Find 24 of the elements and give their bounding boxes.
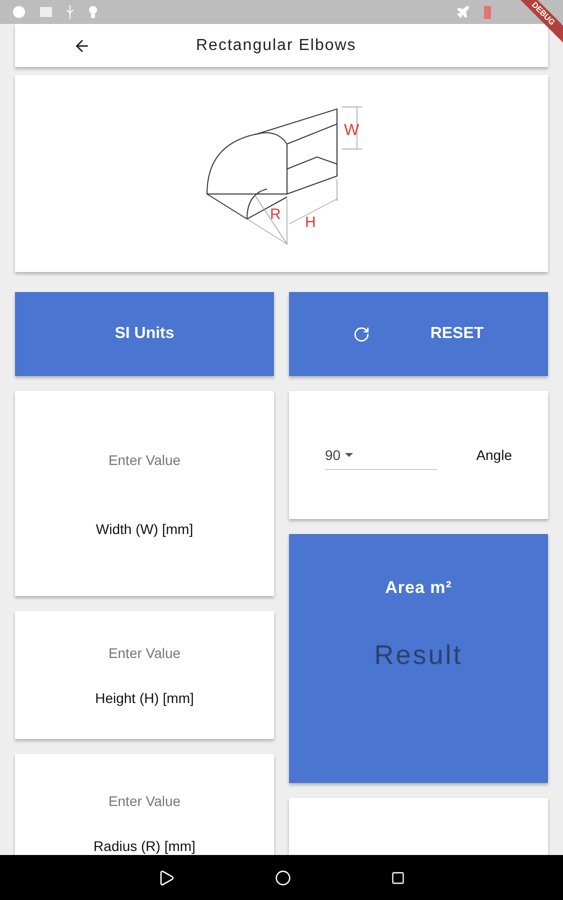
units-button[interactable]: SI Units (15, 292, 274, 376)
usb-icon (66, 5, 74, 19)
back-nav-icon[interactable] (158, 870, 174, 886)
notification-icon (12, 5, 26, 19)
field-label: Radius (R) [mm] (94, 838, 196, 854)
home-icon[interactable] (274, 870, 290, 886)
radius-label: R (270, 206, 280, 222)
angle-label: Angle (476, 447, 512, 463)
battery-icon (484, 6, 491, 18)
result-value: Result (374, 640, 463, 671)
field-label: Width (W) [mm] (96, 520, 194, 536)
recents-icon[interactable] (390, 870, 404, 884)
refresh-icon (353, 326, 370, 342)
field-label: Height (H) [mm] (95, 690, 194, 706)
height-label: H (304, 214, 316, 230)
caret-icon (344, 452, 353, 456)
width-label: W (344, 122, 359, 138)
bulb-icon (88, 5, 98, 19)
result-title: Area m² (385, 578, 452, 598)
airplane-icon (456, 5, 470, 19)
app-title: Rectangular Elbows (196, 36, 356, 54)
angle-dropdown[interactable]: 90 (325, 440, 437, 470)
image-icon (40, 7, 52, 17)
reset-button[interactable]: RESET (289, 292, 548, 376)
